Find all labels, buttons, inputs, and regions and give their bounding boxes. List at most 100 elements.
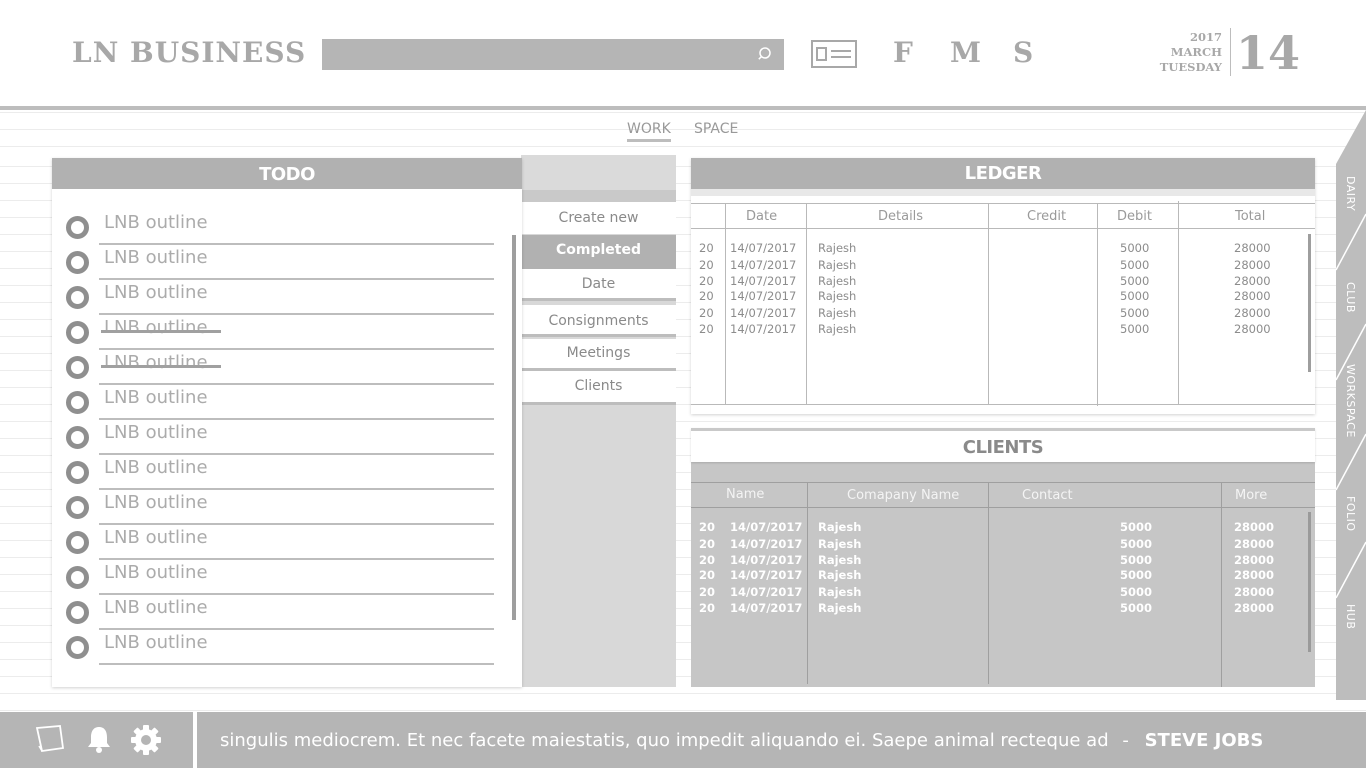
id-card-icon[interactable] <box>811 40 857 68</box>
ledger-col-debit: Debit <box>1117 209 1152 224</box>
tab-space[interactable]: SPACE <box>694 121 738 137</box>
ledger-cell: Rajesh <box>818 289 857 303</box>
todo-checkbox[interactable] <box>66 216 89 239</box>
ledger-cell: 5000 <box>1120 322 1150 336</box>
clients-cell: 28000 <box>1234 601 1275 615</box>
ledger-col-credit: Credit <box>1027 209 1067 224</box>
ledger-col-divider <box>1097 203 1098 406</box>
ledger-header-top <box>691 203 1315 204</box>
clients-cell: 5000 <box>1120 520 1153 534</box>
todo-item[interactable]: LNB outline <box>66 455 494 490</box>
todo-item[interactable]: LNB outline <box>66 560 494 595</box>
ledger-cell: 5000 <box>1120 258 1150 272</box>
todo-checkbox[interactable] <box>66 496 89 519</box>
todo-checkbox[interactable] <box>66 391 89 414</box>
todo-item[interactable]: LNB outline <box>66 595 494 630</box>
create-new-button[interactable]: Create new <box>521 202 676 234</box>
date-weekday: TUESDAY <box>1159 60 1222 74</box>
clients-cell: 20 <box>699 601 716 615</box>
shortcut-m[interactable]: M <box>950 36 981 69</box>
ledger-cell: Rajesh <box>818 274 857 288</box>
ledger-cell: 20 <box>699 258 714 272</box>
todo-item[interactable]: LNB outline <box>66 245 494 280</box>
ledger-col-divider <box>988 203 989 404</box>
rail-tab-club[interactable]: CLUB <box>1344 282 1357 313</box>
todo-title: TODO <box>52 158 522 189</box>
todo-item-text: LNB outline <box>104 597 208 618</box>
bell-icon[interactable] <box>86 724 112 754</box>
todo-item[interactable]: LNB outline <box>66 350 494 385</box>
ledger-cell: 14/07/2017 <box>730 322 797 336</box>
todo-item[interactable]: LNB outline <box>66 525 494 560</box>
clients-cell: 28000 <box>1234 568 1275 582</box>
notes-icon[interactable] <box>34 724 66 754</box>
rail-tab-dairy[interactable]: DAIRY <box>1344 176 1357 211</box>
ledger-cell: 28000 <box>1234 241 1271 255</box>
todo-item[interactable]: LNB outline <box>66 280 494 315</box>
todo-item[interactable]: LNB outline <box>66 210 494 245</box>
rail-tab-hub[interactable]: HUB <box>1344 604 1357 629</box>
strikethrough-mark <box>101 330 221 333</box>
quote-author: STEVE JOBS <box>1144 730 1264 751</box>
todo-checkbox[interactable] <box>66 321 89 344</box>
clients-col-more: More <box>1235 488 1268 503</box>
date-text: 2017 MARCH TUESDAY <box>1150 30 1222 75</box>
clients-cell: Rajesh <box>818 553 862 567</box>
search-icon[interactable] <box>758 46 774 62</box>
todo-checkbox[interactable] <box>66 566 89 589</box>
clients-cell: 14/07/2017 <box>730 537 803 551</box>
todo-checkbox[interactable] <box>66 426 89 449</box>
todo-item[interactable]: LNB outline <box>66 630 494 665</box>
ledger-cell: Rajesh <box>818 258 857 272</box>
gear-icon[interactable] <box>130 724 162 756</box>
strikethrough-mark <box>101 365 221 368</box>
clients-scrollbar[interactable] <box>1308 512 1311 652</box>
todo-checkbox[interactable] <box>66 601 89 624</box>
todo-item-text: LNB outline <box>104 492 208 513</box>
filter-date[interactable]: Date <box>521 269 676 301</box>
ledger-title: LEDGER <box>691 158 1315 189</box>
todo-item[interactable]: LNB outline <box>66 385 494 420</box>
clients-cell: 14/07/2017 <box>730 601 803 615</box>
todo-item[interactable]: LNB outline <box>66 315 494 350</box>
todo-checkbox[interactable] <box>66 636 89 659</box>
todo-item[interactable]: LNB outline <box>66 490 494 525</box>
side-rail: DAIRY CLUB WORKSPACE FOLIO HUB <box>1336 110 1366 700</box>
clients-title: CLIENTS <box>691 428 1315 462</box>
todo-checkbox[interactable] <box>66 356 89 379</box>
todo-checkbox[interactable] <box>66 286 89 309</box>
tab-work[interactable]: WORK <box>627 121 671 142</box>
filter-consignments[interactable]: Consignments <box>521 305 676 337</box>
clients-cell: 14/07/2017 <box>730 585 803 599</box>
footer-bar: singulis mediocrem. Et nec facete maiest… <box>0 712 1366 768</box>
rail-tab-workspace[interactable]: WORKSPACE <box>1344 364 1357 438</box>
ledger-footer-line <box>691 404 1315 405</box>
app-window: LN BUSINESS F M S 2017 MARCH TUESDAY 14 … <box>0 0 1366 768</box>
todo-checkbox[interactable] <box>66 461 89 484</box>
todo-filter-panel: Create new Completed Date Consignments M… <box>521 155 676 687</box>
clients-col-contact: Contact <box>1022 488 1073 503</box>
ledger-cell: Rajesh <box>818 306 857 320</box>
ledger-cell: 5000 <box>1120 289 1150 303</box>
clients-cell: 28000 <box>1234 585 1275 599</box>
ledger-cell: 14/07/2017 <box>730 274 797 288</box>
filter-clients[interactable]: Clients <box>521 371 676 405</box>
rail-tab-folio[interactable]: FOLIO <box>1344 496 1357 532</box>
todo-checkbox[interactable] <box>66 531 89 554</box>
ledger-scrollbar[interactable] <box>1308 234 1311 372</box>
shortcut-f[interactable]: F <box>893 36 913 69</box>
search-bar[interactable] <box>322 39 784 70</box>
todo-item[interactable]: LNB outline <box>66 420 494 455</box>
filter-meetings[interactable]: Meetings <box>521 339 676 371</box>
shortcut-s[interactable]: S <box>1013 36 1033 69</box>
ledger-cell: 20 <box>699 322 714 336</box>
todo-scrollbar[interactable] <box>512 235 516 620</box>
filter-completed[interactable]: Completed <box>521 235 676 269</box>
clients-cell: 28000 <box>1234 537 1275 551</box>
todo-item-text: LNB outline <box>104 387 208 408</box>
ledger-cell: Rajesh <box>818 241 857 255</box>
ledger-cell: 5000 <box>1120 306 1150 320</box>
todo-checkbox[interactable] <box>66 251 89 274</box>
todo-item-text: LNB outline <box>104 422 208 443</box>
top-header: LN BUSINESS F M S 2017 MARCH TUESDAY 14 <box>0 0 1366 110</box>
